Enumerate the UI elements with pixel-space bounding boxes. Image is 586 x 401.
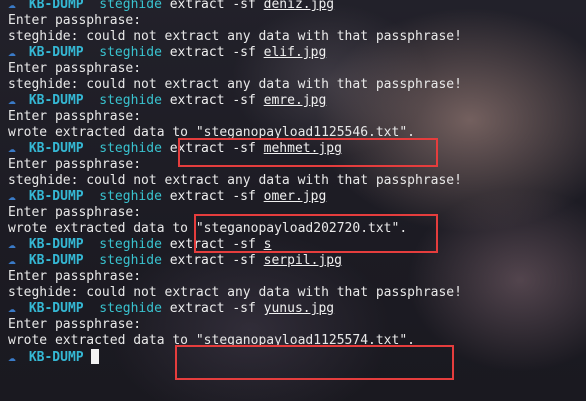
- output-text: wrote extracted data to "steganopayload1…: [8, 333, 415, 348]
- command-args: extract -sf: [169, 189, 256, 204]
- command-args: extract -sf: [169, 253, 256, 268]
- output-line: steghide: could not extract any data wit…: [8, 29, 586, 45]
- prompt-host: KB-DUMP: [28, 301, 84, 316]
- prompt-host: KB-DUMP: [28, 141, 84, 156]
- command-name: steghide: [99, 189, 162, 204]
- file-argument: s: [263, 237, 272, 252]
- output-line: Enter passphrase:: [8, 109, 586, 125]
- output-line: Enter passphrase:: [8, 61, 586, 77]
- terminal-window[interactable]: ☁ KB-DUMP steghide extract -sf deniz.jpg…: [0, 0, 586, 401]
- file-argument: yunus.jpg: [263, 301, 335, 316]
- output-text: Enter passphrase:: [8, 13, 142, 28]
- output-text: Enter passphrase:: [8, 61, 142, 76]
- command-name: steghide: [99, 0, 162, 12]
- command-args: extract -sf: [169, 45, 256, 60]
- output-text: Enter passphrase:: [8, 317, 142, 332]
- command-name: steghide: [99, 45, 162, 60]
- output-text: wrote extracted data to "steganopayload2…: [8, 221, 408, 236]
- output-line: Enter passphrase:: [8, 317, 586, 333]
- folder-prompt-icon: ☁: [8, 350, 16, 365]
- command-name: steghide: [99, 301, 162, 316]
- command-args: extract -sf: [169, 141, 256, 156]
- folder-prompt-icon: ☁: [8, 253, 16, 268]
- output-text: Enter passphrase:: [8, 109, 142, 124]
- command-line: ☁ KB-DUMP steghide extract -sf elif.jpg: [8, 45, 586, 61]
- file-argument: emre.jpg: [263, 93, 327, 108]
- output-text: Enter passphrase:: [8, 269, 142, 284]
- prompt-host: KB-DUMP: [28, 350, 84, 365]
- command-name: steghide: [99, 93, 162, 108]
- terminal-output: ☁ KB-DUMP steghide extract -sf deniz.jpg…: [8, 0, 586, 365]
- prompt-host: KB-DUMP: [28, 189, 84, 204]
- folder-prompt-icon: ☁: [8, 141, 16, 156]
- command-args: extract -sf: [169, 0, 256, 12]
- command-name: steghide: [99, 141, 162, 156]
- output-text: wrote extracted data to "steganopayload1…: [8, 125, 415, 140]
- output-line: Enter passphrase:: [8, 13, 586, 29]
- folder-prompt-icon: ☁: [8, 301, 16, 316]
- output-text: Enter passphrase:: [8, 205, 142, 220]
- file-argument: serpil.jpg: [263, 253, 342, 268]
- command-line: ☁ KB-DUMP steghide extract -sf s: [8, 237, 586, 253]
- command-args: extract -sf: [169, 237, 256, 252]
- output-text: steghide: could not extract any data wit…: [8, 173, 462, 188]
- command-name: steghide: [99, 253, 162, 268]
- folder-prompt-icon: ☁: [8, 93, 16, 108]
- command-line: ☁ KB-DUMP steghide extract -sf omer.jpg: [8, 189, 586, 205]
- output-line: Enter passphrase:: [8, 157, 586, 173]
- file-argument: elif.jpg: [263, 45, 327, 60]
- command-args: extract -sf: [169, 301, 256, 316]
- command-line: ☁ KB-DUMP steghide extract -sf yunus.jpg: [8, 301, 586, 317]
- command-line: ☁ KB-DUMP steghide extract -sf serpil.jp…: [8, 253, 586, 269]
- output-text: steghide: could not extract any data wit…: [8, 29, 462, 44]
- prompt-host: KB-DUMP: [28, 45, 84, 60]
- prompt-host: KB-DUMP: [28, 237, 84, 252]
- output-line: steghide: could not extract any data wit…: [8, 173, 586, 189]
- output-line: Enter passphrase:: [8, 269, 586, 285]
- folder-prompt-icon: ☁: [8, 45, 16, 60]
- output-text: steghide: could not extract any data wit…: [8, 77, 462, 92]
- prompt-host: KB-DUMP: [28, 0, 84, 12]
- output-line: wrote extracted data to "steganopayload1…: [8, 333, 586, 349]
- prompt-host: KB-DUMP: [28, 253, 84, 268]
- folder-prompt-icon: ☁: [8, 237, 16, 252]
- prompt-host: KB-DUMP: [28, 93, 84, 108]
- folder-prompt-icon: ☁: [8, 0, 16, 12]
- output-line: wrote extracted data to "steganopayload1…: [8, 125, 586, 141]
- output-line: steghide: could not extract any data wit…: [8, 77, 586, 93]
- file-argument: mehmet.jpg: [263, 141, 342, 156]
- command-name: steghide: [99, 237, 162, 252]
- command-line: ☁ KB-DUMP steghide extract -sf mehmet.jp…: [8, 141, 586, 157]
- command-line: ☁ KB-DUMP steghide extract -sf deniz.jpg: [8, 0, 586, 13]
- output-text: Enter passphrase:: [8, 157, 142, 172]
- prompt-line: ☁ KB-DUMP: [8, 349, 586, 365]
- file-argument: omer.jpg: [263, 189, 327, 204]
- output-text: steghide: could not extract any data wit…: [8, 285, 462, 300]
- terminal-cursor[interactable]: [91, 349, 100, 364]
- output-line: wrote extracted data to "steganopayload2…: [8, 221, 586, 237]
- command-args: extract -sf: [169, 93, 256, 108]
- output-line: steghide: could not extract any data wit…: [8, 285, 586, 301]
- folder-prompt-icon: ☁: [8, 189, 16, 204]
- command-line: ☁ KB-DUMP steghide extract -sf emre.jpg: [8, 93, 586, 109]
- output-line: Enter passphrase:: [8, 205, 586, 221]
- file-argument: deniz.jpg: [263, 0, 335, 12]
